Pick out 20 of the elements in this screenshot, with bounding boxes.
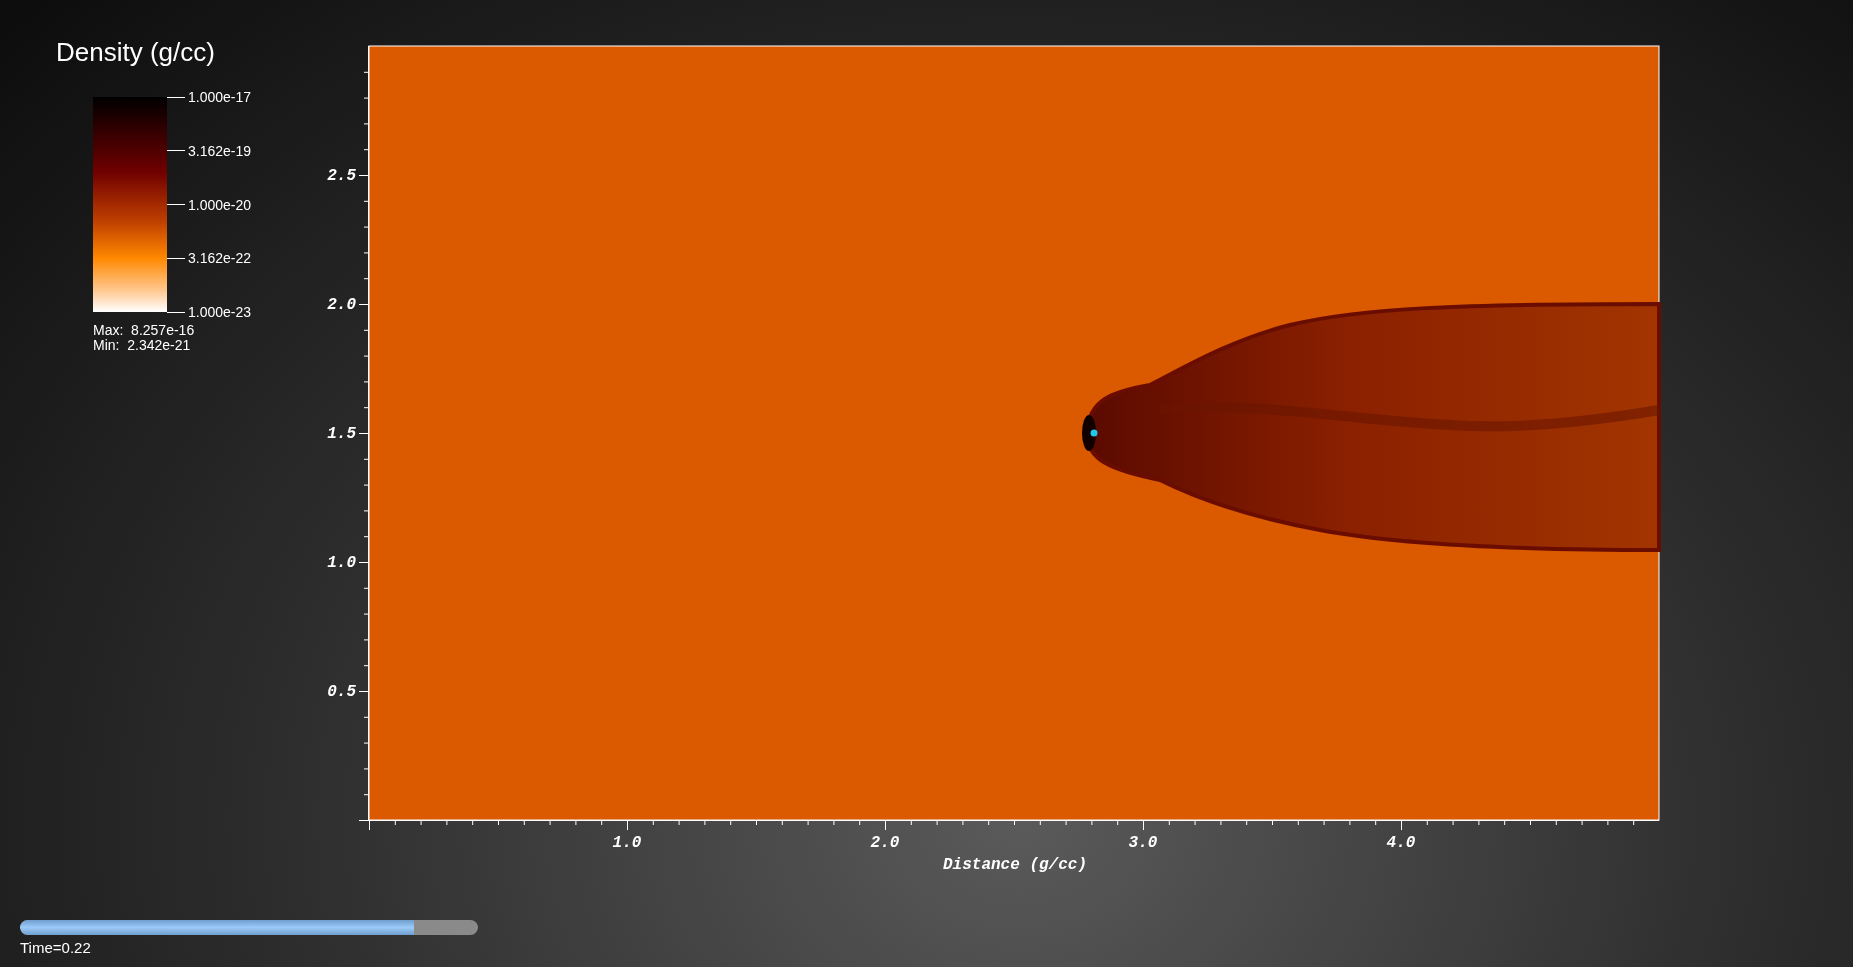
colorbar-tick-label: 3.162e-22: [188, 250, 252, 267]
colorbar-tick-label: 3.162e-19: [188, 142, 252, 159]
y-tick-label: 2.0: [327, 296, 356, 314]
colorbar-tick-label: 1.000e-20: [188, 196, 252, 213]
colorbar-tick-label: 1.000e-23: [188, 304, 252, 320]
point-marker: [1090, 429, 1098, 437]
colorbar-tick-label: 1.000e-17: [188, 89, 252, 105]
y-tick-label: 1.0: [327, 554, 356, 572]
y-tick-label: 1.5: [327, 425, 356, 443]
legend-min: Min: 2.342e-21: [93, 338, 191, 353]
x-tick-label: 1.0: [612, 834, 642, 852]
legend-title: Density (g/cc): [56, 36, 215, 68]
y-tick-label: 2.5: [327, 167, 356, 185]
legend-max: Max: 8.257e-16: [93, 323, 195, 338]
x-tick-label: 2.0: [870, 834, 900, 852]
x-tick-label: 3.0: [1128, 834, 1158, 852]
time-label: Time=0.22: [20, 939, 91, 957]
y-tick-label: 0.5: [327, 683, 356, 701]
x-axis-title: Distance (g/cc): [943, 856, 1087, 874]
x-tick-label: 4.0: [1386, 834, 1416, 852]
